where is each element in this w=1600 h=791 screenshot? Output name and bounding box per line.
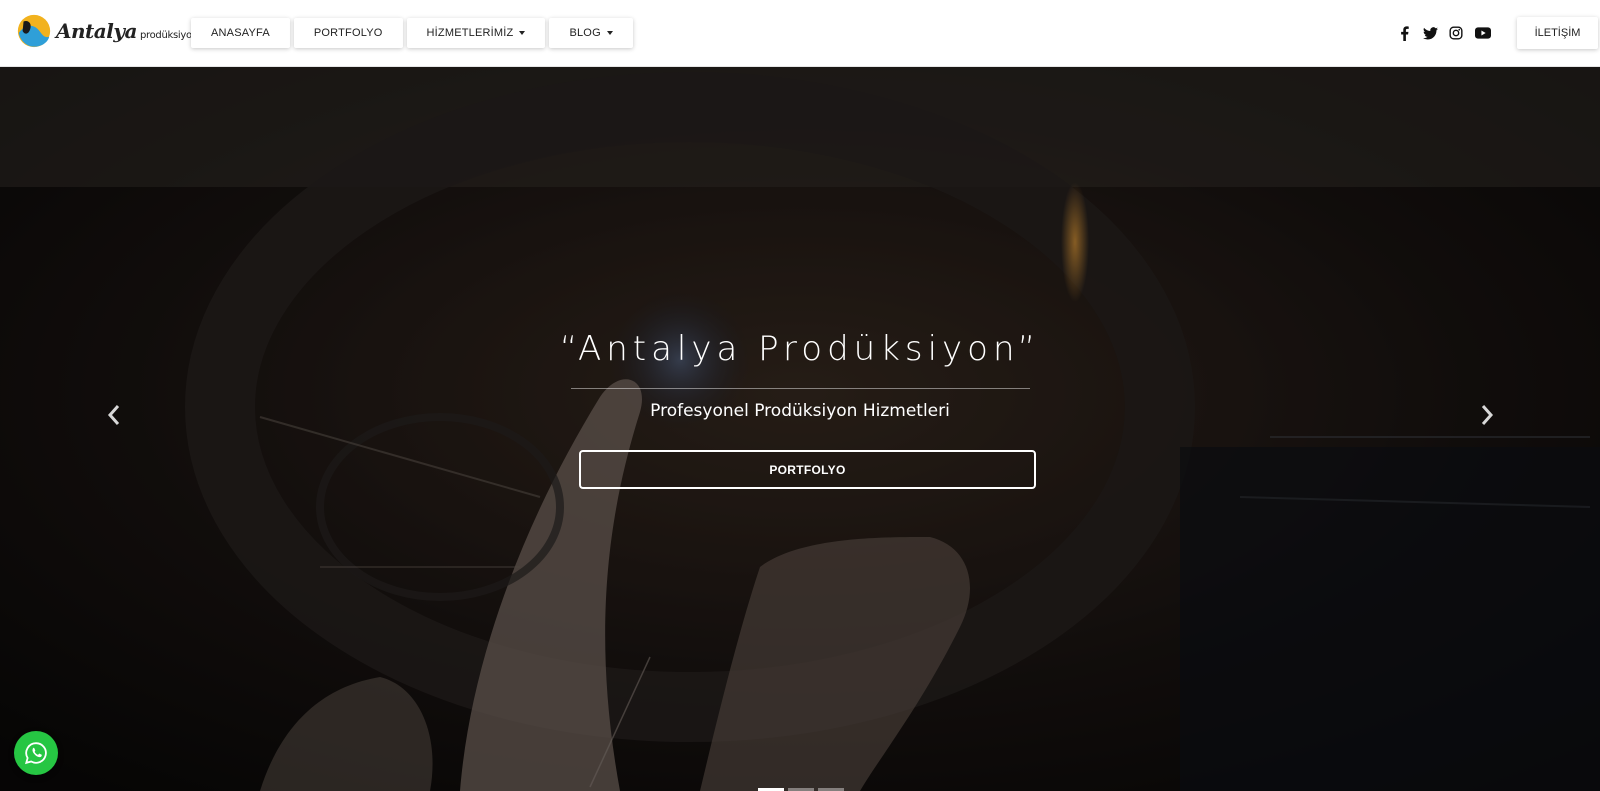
whatsapp-icon xyxy=(25,742,47,765)
hero-divider xyxy=(571,388,1030,389)
nav-item-blog[interactable]: BLOG xyxy=(549,18,633,48)
facebook-icon[interactable] xyxy=(1396,24,1412,42)
whatsapp-button[interactable] xyxy=(14,731,58,775)
youtube-icon[interactable] xyxy=(1474,24,1492,42)
nav-item-label: ANASAYFA xyxy=(211,27,270,39)
hero-slider: “Antalya Prodüksiyon” Profesyonel Prodük… xyxy=(0,67,1600,791)
social-links xyxy=(1396,24,1492,42)
main-nav: ANASAYFA PORTFOLYO HİZMETLERİMİZ BLOG xyxy=(191,18,633,48)
nav-item-label: PORTFOLYO xyxy=(313,27,383,39)
nav-item-label: HİZMETLERİMİZ xyxy=(426,27,514,39)
hero-subtitle: Profesyonel Prodüksiyon Hizmetleri xyxy=(650,401,950,421)
nav-item-anasayfa[interactable]: ANASAYFA xyxy=(191,18,290,48)
hero-portfolio-button[interactable]: PORTFOLYO xyxy=(579,450,1036,489)
contact-button[interactable]: İLETİŞİM xyxy=(1517,17,1598,49)
caret-down-icon xyxy=(606,31,613,35)
contact-button-label: İLETİŞİM xyxy=(1534,27,1581,39)
nav-item-label: BLOG xyxy=(569,27,601,39)
caret-down-icon xyxy=(519,31,526,35)
logo-emblem-icon xyxy=(17,14,51,48)
nav-item-hizmetlerimiz[interactable]: HİZMETLERİMİZ xyxy=(406,18,546,48)
hero-portfolio-button-label: PORTFOLYO xyxy=(769,462,846,477)
site-header: Antalya prodüksiyon ANASAYFA PORTFOLYO H… xyxy=(0,0,1600,67)
twitter-icon[interactable] xyxy=(1422,24,1438,42)
logo-subtext: prodüksiyon xyxy=(139,30,198,41)
site-logo[interactable]: Antalya prodüksiyon xyxy=(15,11,198,51)
hero-overlay xyxy=(0,67,1600,791)
instagram-icon[interactable] xyxy=(1448,24,1464,42)
logo-wordmark: Antalya xyxy=(56,19,137,43)
nav-item-portfolyo[interactable]: PORTFOLYO xyxy=(293,18,403,48)
hero-title: “Antalya Prodüksiyon” xyxy=(559,329,1041,369)
